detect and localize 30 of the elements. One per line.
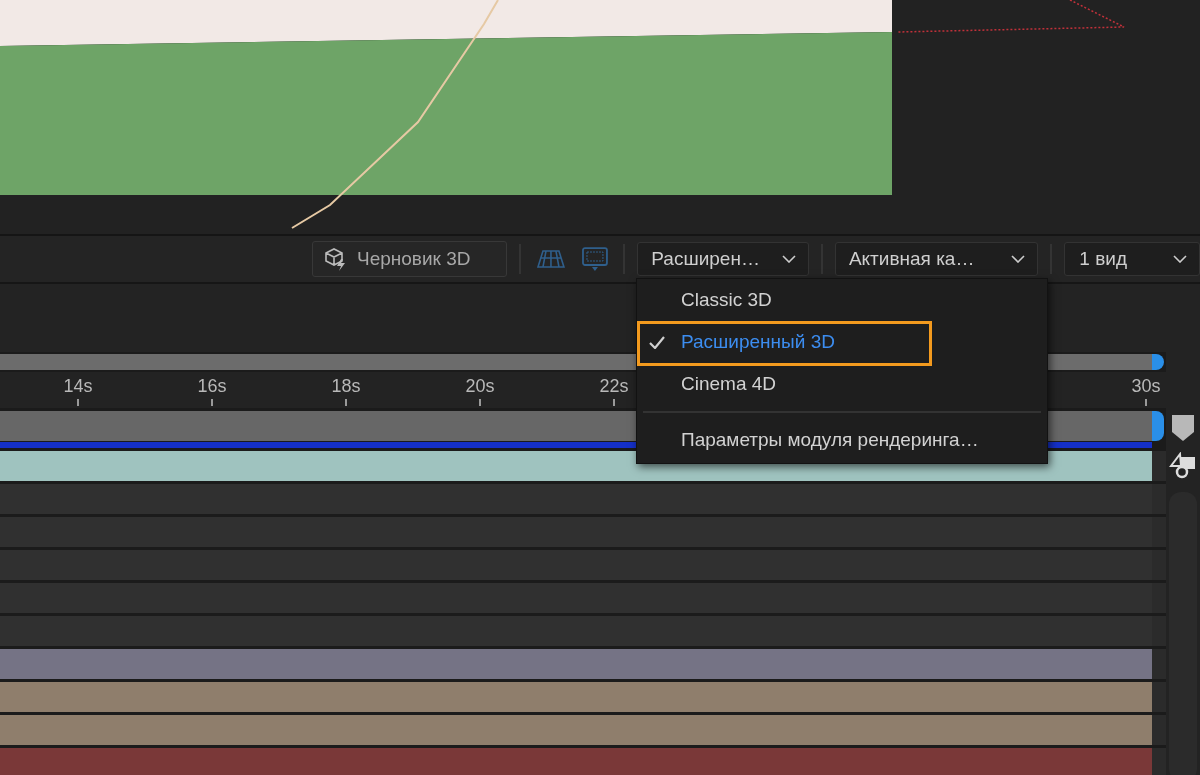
menu-item[interactable]: Расширенный 3D: [637, 321, 1047, 363]
chevron-down-icon: [1011, 255, 1026, 263]
views-dropdown[interactable]: 1 вид: [1064, 242, 1200, 276]
menu-item[interactable]: Classic 3D: [637, 279, 1047, 321]
checkmark-icon: [649, 336, 665, 349]
menu-item[interactable]: Cinema 4D: [637, 363, 1047, 405]
shapes-icon[interactable]: [1169, 452, 1197, 480]
time-label: 16s: [197, 376, 227, 396]
tick-mark: [613, 399, 615, 406]
navigator-end-handle[interactable]: [1152, 354, 1164, 370]
time-label: 14s: [63, 376, 93, 396]
menu-item[interactable]: Параметры модуля рендеринга…: [637, 419, 1047, 461]
time-label: 20s: [465, 376, 495, 396]
camera-dropdown[interactable]: Активная ка…: [834, 242, 1039, 276]
time-label: 18s: [331, 376, 361, 396]
view-frame-icon: [581, 246, 610, 272]
marker-icon[interactable]: [1171, 414, 1195, 442]
renderer-dropdown[interactable]: Расширен…: [637, 242, 809, 276]
grid-icon: [537, 249, 566, 269]
draft-3d-button[interactable]: Черновик 3D: [312, 241, 508, 277]
chevron-down-icon: [1173, 255, 1188, 263]
tick-mark: [1145, 399, 1147, 406]
tick-mark: [211, 399, 213, 406]
time-label: 22s: [599, 376, 629, 396]
tick-mark: [479, 399, 481, 406]
chevron-down-icon: [781, 255, 796, 263]
work-area-end-handle[interactable]: [1152, 411, 1164, 441]
time-label: 30s: [1131, 376, 1161, 396]
tick-mark: [345, 399, 347, 406]
tick-mark: [77, 399, 79, 406]
